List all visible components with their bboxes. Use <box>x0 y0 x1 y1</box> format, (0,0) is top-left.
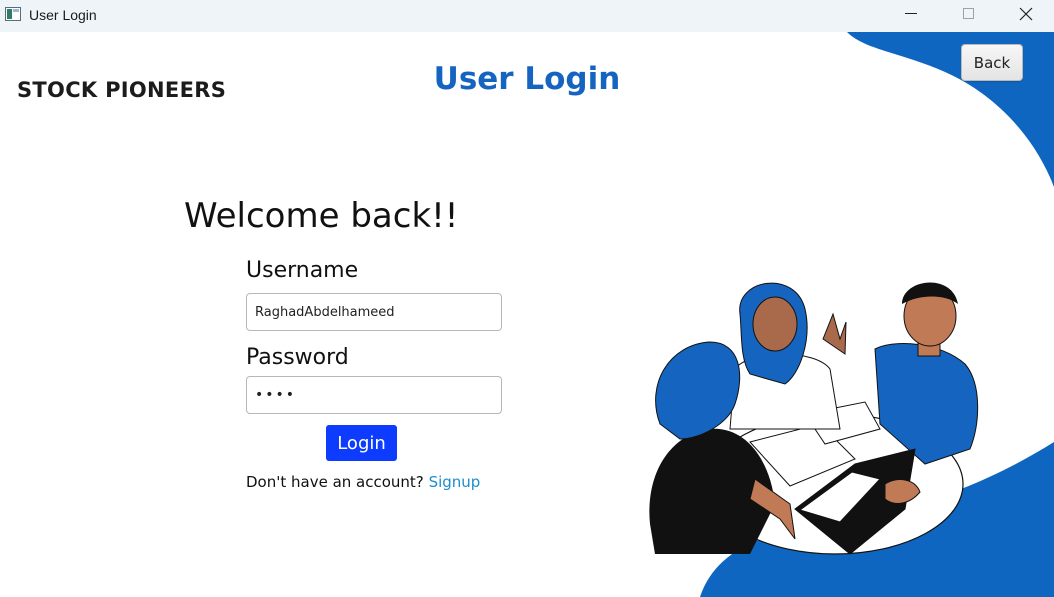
window-titlebar: User Login <box>0 0 1054 32</box>
window-title: User Login <box>29 7 97 23</box>
page-title: User Login <box>433 61 621 97</box>
curly-hair <box>655 341 741 440</box>
username-label: Username <box>246 258 359 283</box>
minimize-button[interactable] <box>889 0 935 30</box>
signup-row: Don't have an account? Signup <box>246 473 480 491</box>
maximize-button[interactable] <box>945 0 991 30</box>
username-value: RaghadAbdelhameed <box>255 304 395 320</box>
password-field[interactable]: •••• <box>246 376 502 414</box>
welcome-heading: Welcome back!! <box>184 196 459 236</box>
password-label: Password <box>246 345 349 370</box>
close-button[interactable] <box>1003 0 1049 30</box>
raised-hand <box>822 312 847 355</box>
login-page: STOCK PIONEERS User Login Back Welcome b… <box>0 32 1054 597</box>
app-icon <box>5 7 21 21</box>
meeting-illustration <box>649 282 979 555</box>
password-mask: •••• <box>255 387 297 403</box>
woman-face <box>752 296 798 352</box>
back-button[interactable]: Back <box>961 44 1023 81</box>
signup-link[interactable]: Signup <box>429 473 481 491</box>
close-icon <box>1019 7 1033 21</box>
login-button[interactable]: Login <box>326 425 397 461</box>
username-field[interactable]: RaghadAbdelhameed <box>246 293 502 331</box>
signup-prompt: Don't have an account? <box>246 473 424 491</box>
